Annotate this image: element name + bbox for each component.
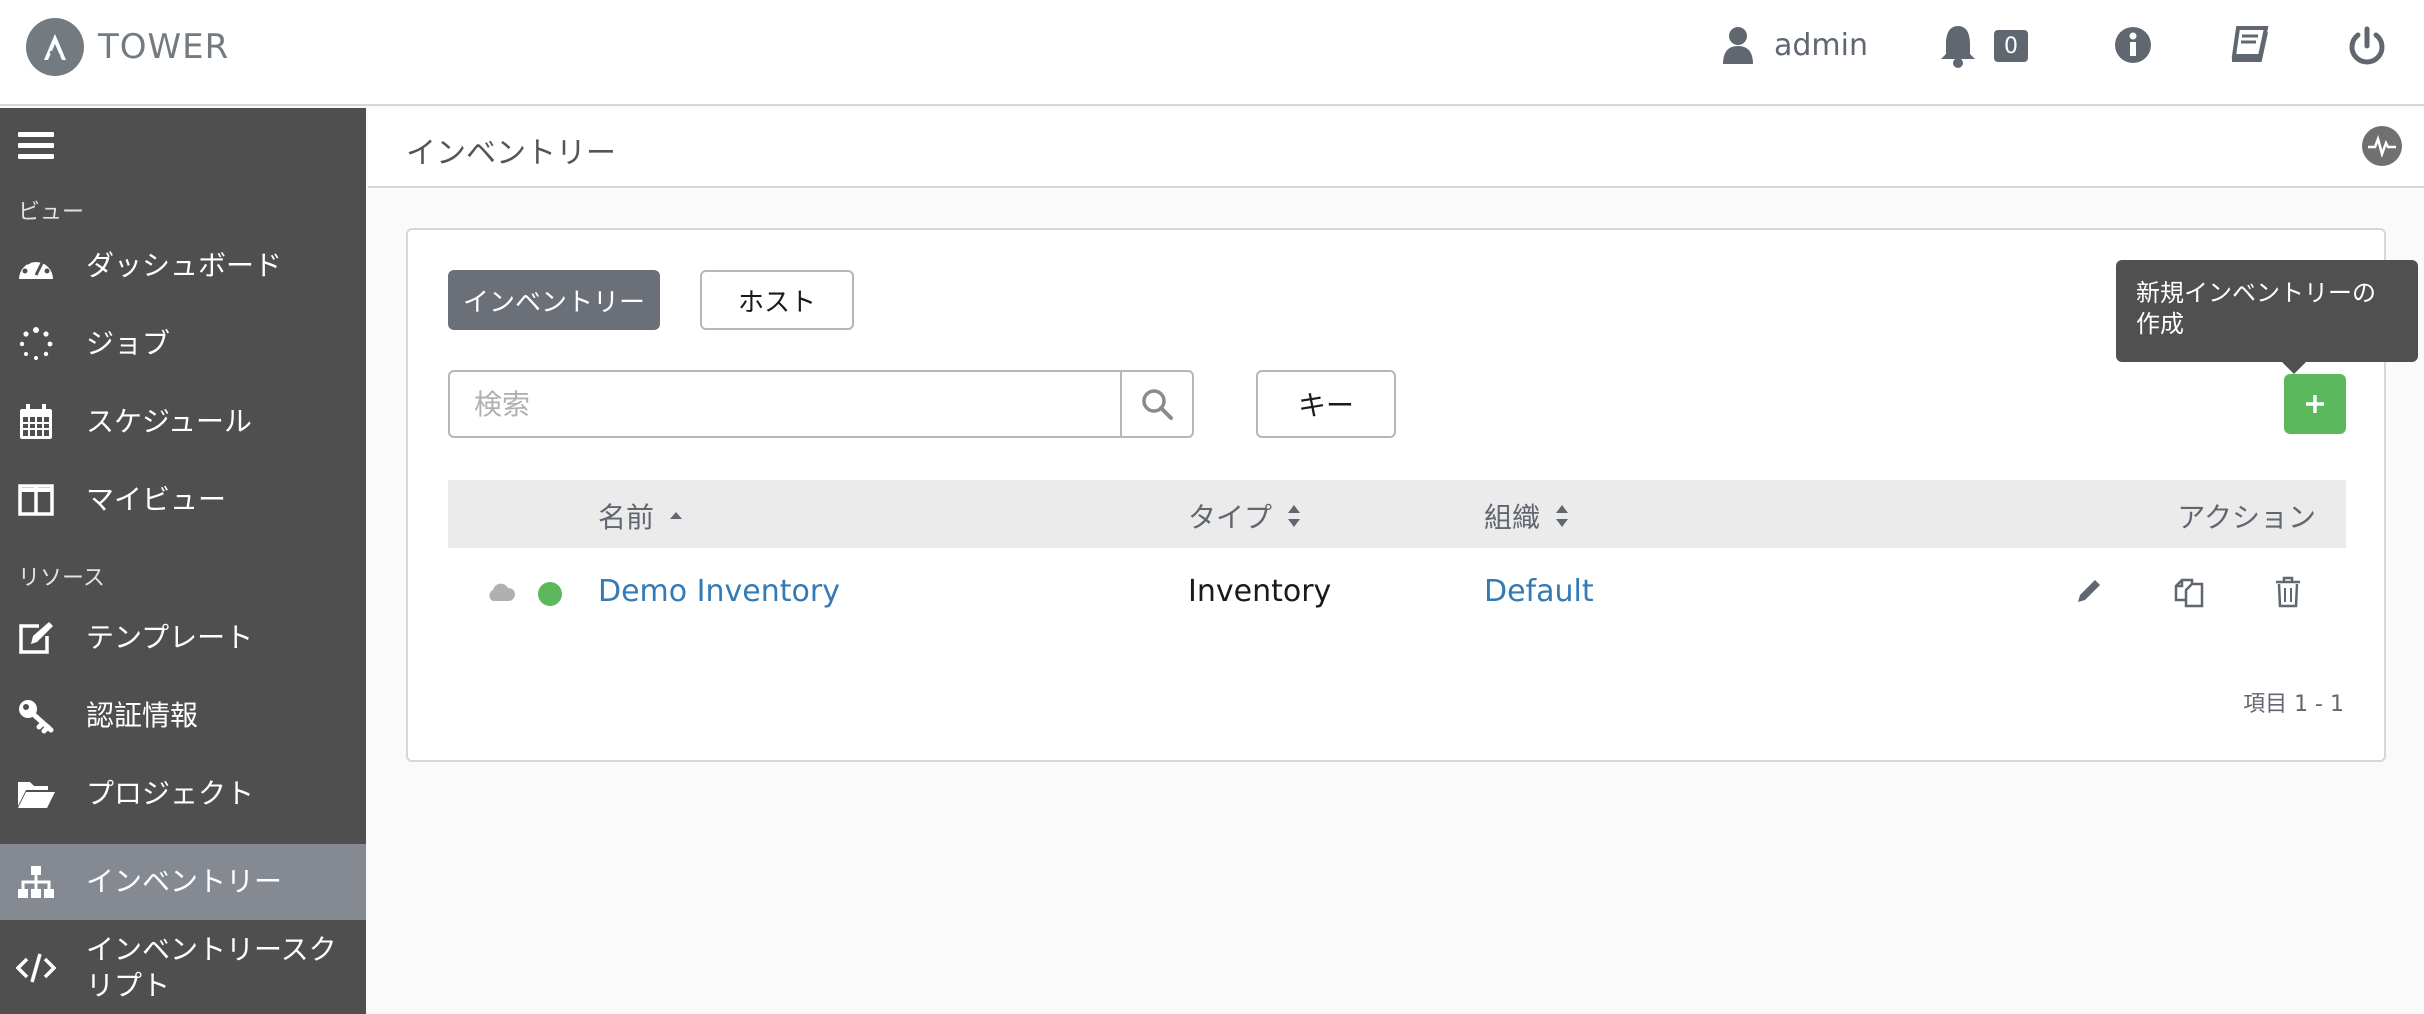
trash-icon [2276, 576, 2300, 608]
sort-icon [1556, 505, 1569, 527]
sidebar-item-label: マイビュー [86, 482, 227, 516]
sidebar-item-templates[interactable]: テンプレート [0, 600, 366, 676]
column-label: 名前 [598, 501, 655, 534]
organization-link[interactable]: Default [1484, 574, 1594, 609]
sidebar: ビュー ダッシュボード ジョブ スケジュール マイビュー リソース テンプレート [0, 108, 366, 1014]
sidebar-item-my-view[interactable]: マイビュー [0, 462, 366, 538]
username: admin [1774, 27, 1868, 63]
sidebar-item-label: インベントリースクリプト [86, 932, 337, 1002]
tab-hosts[interactable]: ホスト [700, 270, 854, 330]
dashboard-icon [16, 246, 56, 286]
table-row: Demo Inventory Inventory Default [448, 550, 2346, 636]
section-label-views: ビュー [18, 200, 85, 225]
table-header: 名前 タイプ 組織 アクション [448, 480, 2346, 548]
edit-square-icon [16, 618, 56, 658]
column-label: アクション [2177, 501, 2316, 534]
cloud-icon [489, 583, 516, 601]
copy-button[interactable] [2172, 576, 2206, 612]
sidebar-item-inventory-scripts[interactable]: インベントリースクリプト [0, 922, 366, 1014]
column-label: 組織 [1484, 501, 1541, 534]
sidebar-item-projects[interactable]: プロジェクト [0, 756, 366, 832]
notification-count-badge: 0 [1994, 30, 2028, 62]
sidebar-item-label: テンプレート [86, 620, 254, 654]
sidebar-item-schedules[interactable]: スケジュール [0, 384, 366, 460]
sitemap-icon [16, 862, 56, 902]
sidebar-item-label: プロジェクト [86, 776, 255, 810]
search-box [448, 370, 1194, 438]
sidebar-item-label: 認証情報 [86, 698, 199, 732]
add-inventory-button[interactable] [2284, 374, 2346, 434]
code-icon [16, 948, 56, 988]
calendar-icon [16, 402, 56, 442]
status-indicator[interactable] [538, 582, 562, 606]
brand-name: TOWER [98, 27, 230, 67]
sidebar-item-jobs[interactable]: ジョブ [0, 306, 366, 382]
sort-ascending-icon [670, 512, 683, 519]
key-icon [16, 696, 56, 736]
column-header-actions: アクション [2177, 496, 2316, 536]
tower-logo[interactable]: TOWER [26, 18, 229, 76]
search-button[interactable] [1120, 372, 1192, 436]
pagination-info: 項目 1 - 1 [2243, 692, 2344, 717]
top-bar: TOWER admin 0 [0, 0, 2424, 106]
plus-icon [2306, 395, 2324, 413]
notifications-button[interactable]: 0 [1938, 24, 2028, 68]
page-title: インベントリー [406, 136, 616, 171]
section-label-resources: リソース [18, 566, 105, 591]
sidebar-item-label: ダッシュボード [86, 248, 283, 282]
user-menu[interactable]: admin [1722, 26, 1868, 64]
search-icon [1142, 389, 1173, 420]
menu-toggle-icon[interactable] [18, 132, 54, 162]
inventory-name-link[interactable]: Demo Inventory [598, 574, 840, 609]
sidebar-item-inventories[interactable]: インベントリー [0, 844, 366, 920]
sidebar-item-credentials[interactable]: 認証情報 [0, 678, 366, 754]
folder-open-icon [16, 774, 56, 814]
copy-icon [2174, 578, 2204, 608]
logout-button[interactable] [2348, 26, 2386, 70]
info-button[interactable] [2114, 26, 2152, 68]
columns-icon [16, 480, 56, 520]
sidebar-item-label: インベントリー [86, 864, 283, 898]
column-header-name[interactable]: 名前 [598, 496, 684, 536]
ansible-logo-icon [26, 18, 84, 76]
power-icon [2349, 26, 2385, 65]
user-icon [1723, 27, 1753, 64]
tooltip-arrow [2280, 360, 2308, 374]
spinner-icon [16, 324, 56, 364]
sidebar-item-label: ジョブ [86, 326, 171, 360]
tab-inventories[interactable]: インベントリー [448, 270, 660, 330]
sidebar-item-dashboard[interactable]: ダッシュボード [0, 228, 366, 304]
key-button[interactable]: キー [1256, 370, 1396, 438]
documentation-button[interactable] [2230, 26, 2270, 68]
column-label: タイプ [1188, 501, 1273, 534]
delete-button[interactable] [2274, 576, 2302, 612]
inventory-list-panel: インベントリー ホスト キー 新規インベントリーの作成 名前 タイプ 組織 アク… [406, 228, 2418, 762]
page-title-bar: インベントリー [368, 108, 2424, 188]
edit-button[interactable] [2074, 576, 2104, 610]
activity-pulse-icon [2368, 135, 2396, 157]
sidebar-item-label: スケジュール [86, 404, 253, 438]
info-icon [2115, 27, 2151, 63]
column-header-organization[interactable]: 組織 [1484, 496, 1570, 536]
sort-icon [1288, 505, 1301, 527]
inventory-type: Inventory [1188, 574, 1332, 609]
bell-icon [1941, 26, 1975, 68]
tooltip: 新規インベントリーの作成 [2116, 260, 2418, 362]
activity-stream-button[interactable] [2362, 126, 2402, 166]
search-input[interactable] [450, 372, 1142, 436]
column-header-type[interactable]: タイプ [1188, 496, 1302, 536]
book-icon [2231, 26, 2269, 62]
pencil-icon [2078, 580, 2100, 602]
